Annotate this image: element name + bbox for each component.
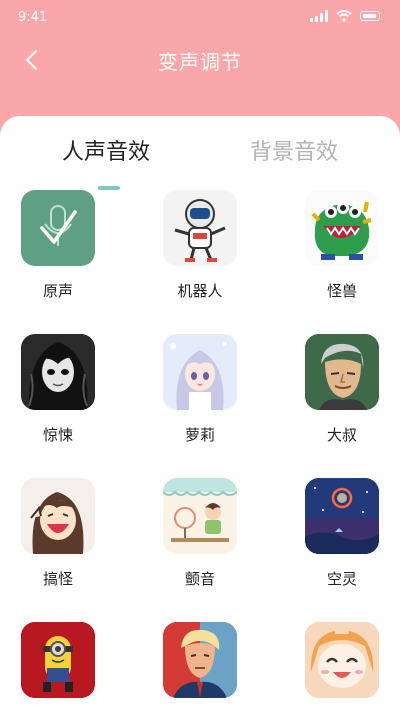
status-time: 9:41 [18, 10, 48, 25]
effect-item-monster[interactable]: 怪兽 [287, 190, 397, 301]
portrait-icon [163, 622, 237, 698]
effect-label: 原声 [42, 282, 73, 300]
night-sky-icon [305, 478, 379, 554]
effect-label: 大叔 [326, 426, 357, 444]
effect-item-loli[interactable]: 萝莉 [145, 334, 255, 445]
battery-icon [360, 11, 380, 21]
main-panel: 人声音效 背景音效 原声 机器人 怪兽 惊悚 萝莉 大叔 搞怪 颤音 空灵 [0, 116, 400, 710]
smiling-anime-icon [305, 622, 379, 698]
effect-item-minion[interactable] [3, 622, 113, 710]
status-icons [310, 10, 380, 22]
effect-item-robot[interactable]: 机器人 [145, 190, 255, 301]
effect-label: 空灵 [326, 570, 357, 588]
tab-voice-effects[interactable]: 人声音效 [62, 134, 150, 166]
effect-label: 机器人 [177, 282, 223, 300]
tab-bar: 人声音效 背景音效 [0, 134, 400, 190]
fan-scene-icon [163, 478, 237, 554]
robot-astronaut-icon [163, 190, 237, 266]
horror-girl-icon [21, 334, 95, 410]
effect-label: 怪兽 [326, 282, 357, 300]
anime-girl-icon [163, 334, 237, 410]
page-title: 变声调节 [158, 50, 242, 74]
header: 变声调节 [0, 36, 400, 96]
minion-icon [21, 622, 95, 698]
effect-item-vibrato[interactable]: 颤音 [145, 478, 255, 589]
uncle-face-icon [305, 334, 379, 410]
effect-item-ethereal[interactable]: 空灵 [287, 478, 397, 589]
wifi-icon [336, 10, 352, 22]
effect-item-horror[interactable]: 惊悚 [3, 334, 113, 445]
effect-label: 颤音 [184, 570, 215, 588]
monster-icon [305, 190, 379, 266]
effect-item-portrait[interactable] [145, 622, 255, 710]
effect-label: 搞怪 [42, 570, 73, 588]
effect-label: 萝莉 [184, 426, 215, 444]
effect-label: 惊悚 [42, 426, 73, 444]
effect-item-uncle[interactable]: 大叔 [287, 334, 397, 445]
signal-icon [310, 10, 328, 22]
effect-item-funny[interactable]: 搞怪 [3, 478, 113, 589]
microphone-check-icon [21, 190, 95, 266]
status-bar: 9:41 [0, 0, 400, 36]
effect-item-original[interactable]: 原声 [3, 190, 113, 301]
tab-background-effects[interactable]: 背景音效 [250, 134, 338, 166]
funny-girl-icon [21, 478, 95, 554]
effect-item-smiling[interactable] [287, 622, 397, 710]
